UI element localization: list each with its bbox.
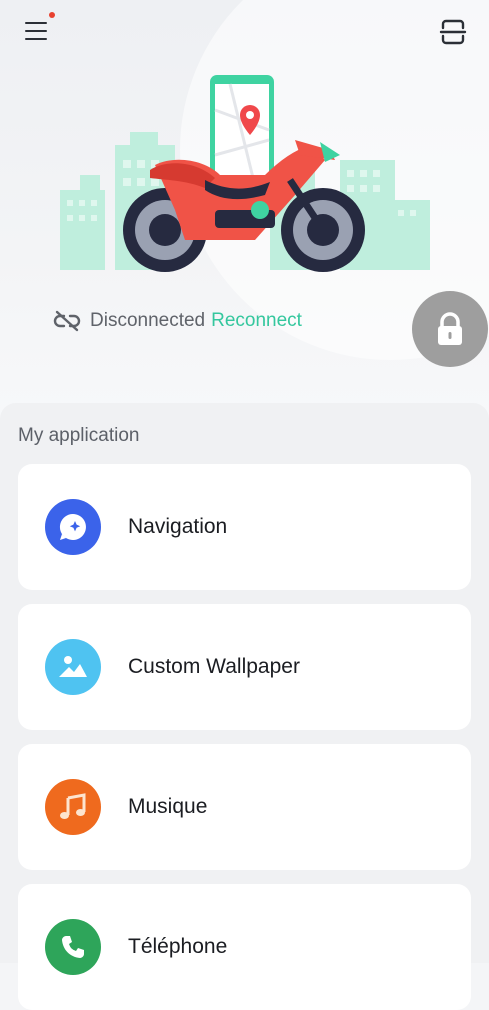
menu-button[interactable] (22, 12, 55, 48)
scan-icon (439, 19, 467, 45)
app-label: Navigation (128, 515, 228, 538)
connection-status: Disconnected Reconnect (52, 307, 302, 335)
lock-button[interactable] (412, 291, 488, 367)
motorcycle-illustration (60, 75, 430, 272)
app-label: Musique (128, 795, 208, 818)
app-card-musique[interactable]: Musique (18, 744, 471, 870)
app-panel: My application Navigation Custom Wallpap… (0, 403, 489, 1010)
app-label: Custom Wallpaper (128, 655, 300, 678)
hero-area: Disconnected Reconnect (0, 0, 489, 420)
status-text: Disconnected (90, 310, 206, 331)
unlocked-padlock-icon (438, 312, 462, 345)
reconnect-link[interactable]: Reconnect (211, 310, 302, 332)
broken-link-icon (53, 310, 81, 332)
navigation-icon (45, 499, 101, 555)
wallpaper-icon (45, 639, 101, 695)
phone-icon (45, 919, 101, 975)
scan-button[interactable] (437, 16, 469, 48)
music-icon (45, 779, 101, 835)
section-title: My application (18, 425, 140, 446)
app-card-custom-wallpaper[interactable]: Custom Wallpaper (18, 604, 471, 730)
app-card-telephone[interactable]: Téléphone (18, 884, 471, 1010)
notification-dot (49, 12, 55, 18)
app-card-navigation[interactable]: Navigation (18, 464, 471, 590)
app-label: Téléphone (128, 935, 228, 958)
